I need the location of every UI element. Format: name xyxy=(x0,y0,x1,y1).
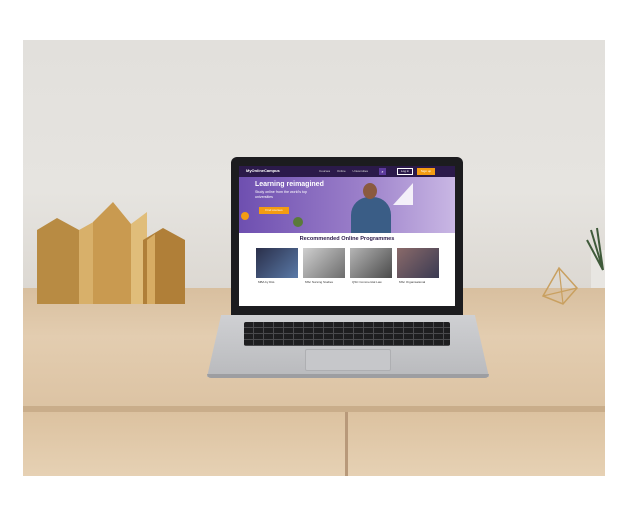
laptop-keyboard xyxy=(244,322,450,346)
section-title: Recommended Online Programmes xyxy=(299,236,395,242)
plant-icon xyxy=(293,217,303,227)
programme-card-label[interactable]: MSc Nursing Studies xyxy=(305,280,333,284)
person-head xyxy=(363,183,377,199)
person-body xyxy=(351,197,391,233)
programme-card-image[interactable] xyxy=(256,248,298,278)
signup-button[interactable]: Sign up xyxy=(417,168,435,175)
laptop-screen: MyOnlineCampus Courses Online Universiti… xyxy=(239,166,455,306)
nav-link-universities[interactable]: Universities xyxy=(353,169,369,173)
search-icon[interactable]: ⌕ xyxy=(379,168,386,175)
programme-card-image[interactable] xyxy=(350,248,392,278)
nav-link-courses[interactable]: Courses xyxy=(319,169,330,173)
programme-card-label[interactable]: MBA by Dist. xyxy=(258,280,275,284)
site-logo[interactable]: MyOnlineCampus xyxy=(246,168,280,173)
desk-drawers xyxy=(23,412,605,476)
hero-banner: Learning reimagined Study online from th… xyxy=(239,177,455,233)
drawer-divider xyxy=(345,412,348,476)
hero-title: Learning reimagined xyxy=(255,181,324,188)
find-courses-button[interactable]: Find courses xyxy=(259,207,289,214)
plant-leaves-icon xyxy=(586,227,604,271)
laptop-base-edge xyxy=(207,374,489,378)
programme-card-image[interactable] xyxy=(303,248,345,278)
orange-badge-icon xyxy=(241,212,249,220)
programme-card-label[interactable]: MSc Organisational xyxy=(399,280,425,284)
brass-vase-icon xyxy=(37,202,185,304)
programme-card-image[interactable] xyxy=(397,248,439,278)
laptop-trackpad xyxy=(305,349,391,371)
geometric-ornament-icon xyxy=(541,266,579,305)
arrow-graphic-icon xyxy=(393,183,413,205)
nav-link-online[interactable]: Online xyxy=(337,169,346,173)
programme-cards: MBA by Dist. MSc Nursing Studies QSC Com… xyxy=(256,248,446,306)
hero-subtitle: Study online from the world's top univer… xyxy=(255,190,308,199)
programme-card-label[interactable]: QSC Commercial Law xyxy=(352,280,382,284)
nav-links: Courses Online Universities xyxy=(319,169,374,173)
login-button[interactable]: Log in xyxy=(397,168,413,175)
desk-scene: MyOnlineCampus Courses Online Universiti… xyxy=(23,40,605,476)
site-header: MyOnlineCampus Courses Online Universiti… xyxy=(239,166,455,177)
